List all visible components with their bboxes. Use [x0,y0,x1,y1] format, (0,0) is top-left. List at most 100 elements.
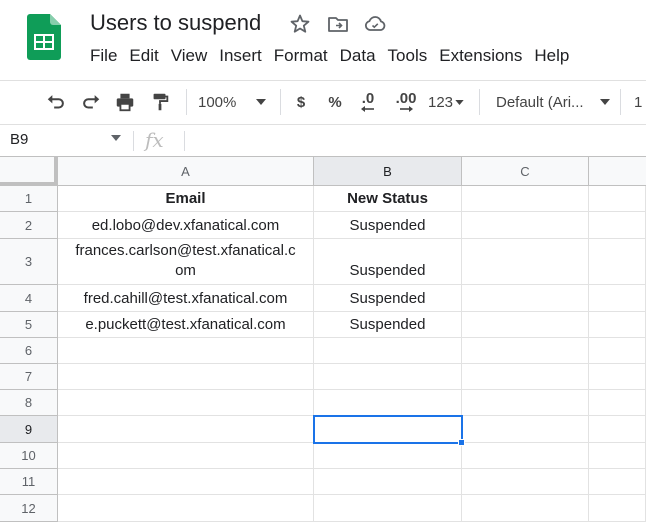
row-header-6[interactable]: 6 [0,338,58,364]
cell-b10[interactable] [314,443,462,469]
select-all-corner[interactable] [0,157,58,186]
row-header-2[interactable]: 2 [0,212,58,239]
more-formats-button[interactable]: 123 [425,80,467,124]
document-title[interactable]: Users to suspend [90,10,261,36]
cell-c2[interactable] [462,212,589,239]
paint-format-button[interactable] [146,80,174,124]
row-header-1[interactable]: 1 [0,186,58,212]
cell-d1[interactable] [589,186,646,212]
redo-button[interactable] [77,80,105,124]
formula-input[interactable] [192,131,632,151]
cell-d11[interactable] [589,469,646,495]
cell-a7[interactable] [58,364,314,390]
name-box[interactable]: B9 [10,131,28,148]
cell-b6[interactable] [314,338,462,364]
menu-help[interactable]: Help [528,44,575,68]
cell-a4[interactable]: fred.cahill@test.xfanatical.com [58,285,314,312]
cell-b11[interactable] [314,469,462,495]
cell-d4[interactable] [589,285,646,312]
column-header-b[interactable]: B [314,157,462,186]
column-header-d[interactable] [589,157,646,186]
row-header-7[interactable]: 7 [0,364,58,390]
zoom-value: 100% [198,93,237,111]
cell-b3[interactable]: Suspended [314,239,462,285]
cell-b7[interactable] [314,364,462,390]
cell-c12[interactable] [462,495,589,522]
cell-c5[interactable] [462,312,589,338]
cell-c11[interactable] [462,469,589,495]
menu-tools[interactable]: Tools [382,44,434,68]
sheets-logo-icon[interactable] [27,14,61,60]
cell-d7[interactable] [589,364,646,390]
cell-b2[interactable]: Suspended [314,212,462,239]
cell-c9[interactable] [462,416,589,443]
cell-b9[interactable] [314,416,462,443]
row-header-11[interactable]: 11 [0,469,58,495]
cell-a5[interactable]: e.puckett@test.xfanatical.com [58,312,314,338]
cell-c10[interactable] [462,443,589,469]
zoom-select[interactable]: 100% [198,80,274,124]
cell-d2[interactable] [589,212,646,239]
menu-edit[interactable]: Edit [123,44,164,68]
cell-a6[interactable] [58,338,314,364]
cell-a8[interactable] [58,390,314,416]
cell-c6[interactable] [462,338,589,364]
cell-d12[interactable] [589,495,646,522]
cell-b4[interactable]: Suspended [314,285,462,312]
star-icon[interactable] [288,12,312,36]
menu-file[interactable]: File [84,44,123,68]
cell-d5[interactable] [589,312,646,338]
font-family-select[interactable]: Default (Ari... [496,80,610,124]
cloud-status-icon[interactable] [363,12,387,36]
column-header-c[interactable]: C [462,157,589,186]
cell-a11[interactable] [58,469,314,495]
cell-d10[interactable] [589,443,646,469]
fill-handle[interactable] [458,439,465,446]
cell-c1[interactable] [462,186,589,212]
cell-a10[interactable] [58,443,314,469]
formula-bar-separator [184,131,185,151]
cell-b1[interactable]: New Status [314,186,462,212]
arrow-left-icon [361,106,374,112]
cell-d6[interactable] [589,338,646,364]
font-size-select[interactable]: 1 [634,80,646,124]
cell-a12[interactable] [58,495,314,522]
cell-d8[interactable] [589,390,646,416]
row-header-9[interactable]: 9 [0,416,58,443]
undo-button[interactable] [42,80,70,124]
cell-a1[interactable]: Email [58,186,314,212]
cell-a3[interactable]: frances.carlson@test.xfanatical.c om [58,239,314,285]
decrease-decimal-button[interactable]: .0 [354,80,382,124]
cell-b8[interactable] [314,390,462,416]
cell-d9[interactable] [589,416,646,443]
chevron-down-icon[interactable] [111,135,121,141]
row-header-4[interactable]: 4 [0,285,58,312]
menu-insert[interactable]: Insert [213,44,268,68]
increase-decimal-button[interactable]: .00 [390,80,422,124]
cell-c8[interactable] [462,390,589,416]
row-header-8[interactable]: 8 [0,390,58,416]
menu-view[interactable]: View [165,44,214,68]
row-header-5[interactable]: 5 [0,312,58,338]
currency-format-button[interactable]: $ [290,80,312,124]
cell-b12[interactable] [314,495,462,522]
row-header-3[interactable]: 3 [0,239,58,285]
percent-format-button[interactable]: % [324,80,346,124]
cell-b5[interactable]: Suspended [314,312,462,338]
menu-data[interactable]: Data [334,44,382,68]
menu-format[interactable]: Format [268,44,334,68]
row-header-10[interactable]: 10 [0,443,58,469]
increase-decimal-label: .00 [395,90,417,107]
chevron-down-icon [600,99,610,105]
row-header-12[interactable]: 12 [0,495,58,522]
cell-c7[interactable] [462,364,589,390]
column-header-a[interactable]: A [58,157,314,186]
cell-c4[interactable] [462,285,589,312]
cell-c3[interactable] [462,239,589,285]
cell-d3[interactable] [589,239,646,285]
print-button[interactable] [111,80,139,124]
menu-extensions[interactable]: Extensions [433,44,528,68]
cell-a9[interactable] [58,416,314,443]
cell-a2[interactable]: ed.lobo@dev.xfanatical.com [58,212,314,239]
move-to-folder-icon[interactable] [326,12,350,36]
